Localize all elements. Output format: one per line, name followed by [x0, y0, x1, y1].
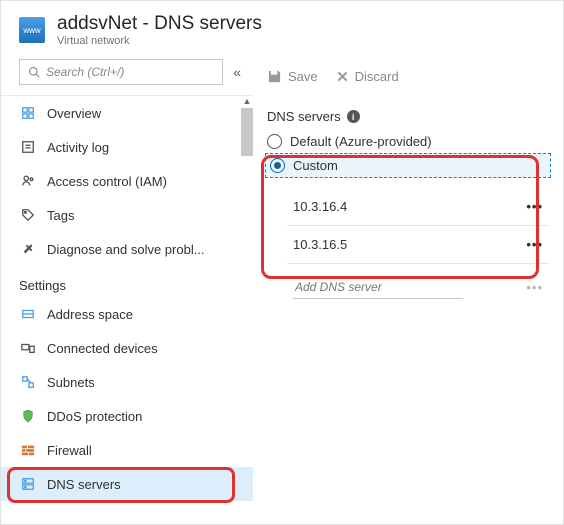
- discard-button[interactable]: Discard: [336, 69, 399, 84]
- nav-label: DDoS protection: [47, 409, 142, 424]
- nav-tags[interactable]: Tags: [1, 198, 253, 232]
- resource-icon: www: [19, 17, 45, 43]
- tag-icon: [19, 208, 37, 222]
- nav-firewall[interactable]: Firewall: [1, 433, 253, 467]
- nav-ddos[interactable]: DDoS protection: [1, 399, 253, 433]
- nav-label: Overview: [47, 106, 101, 121]
- collapse-sidebar-button[interactable]: «: [233, 64, 241, 80]
- radio-label: Default (Azure-provided): [290, 134, 432, 149]
- save-icon: [267, 69, 282, 84]
- nav-label: Connected devices: [47, 341, 158, 356]
- nav-connected-devices[interactable]: Connected devices: [1, 331, 253, 365]
- page-subtitle: Virtual network: [57, 35, 262, 47]
- discard-icon: [336, 70, 349, 83]
- nav-label: Diagnose and solve probl...: [47, 242, 205, 257]
- iam-icon: [19, 174, 37, 188]
- save-button[interactable]: Save: [267, 69, 318, 84]
- scrollbar-thumb[interactable]: [241, 108, 253, 156]
- annotation-highlight-main: [261, 155, 539, 279]
- devices-icon: [19, 341, 37, 355]
- diagnose-icon: [19, 242, 37, 256]
- radio-unchecked-icon: [267, 134, 282, 149]
- nav-access-control[interactable]: Access control (IAM): [1, 164, 253, 198]
- overview-icon: [19, 106, 37, 120]
- nav-label: Access control (IAM): [47, 174, 167, 189]
- page-title: addsvNet - DNS servers: [57, 13, 262, 35]
- nav-label: Subnets: [47, 375, 95, 390]
- info-icon[interactable]: i: [347, 110, 360, 123]
- log-icon: [19, 140, 37, 154]
- annotation-highlight-sidebar: [7, 467, 235, 503]
- search-input[interactable]: Search (Ctrl+/): [19, 59, 223, 85]
- search-icon: [28, 66, 40, 78]
- toolbar: Save Discard: [253, 55, 563, 97]
- nav-activity-log[interactable]: Activity log: [1, 130, 253, 164]
- discard-label: Discard: [355, 69, 399, 84]
- address-icon: [19, 307, 37, 321]
- dns-option-default[interactable]: Default (Azure-provided): [253, 130, 563, 153]
- dns-section-label: DNS servers i: [253, 97, 563, 130]
- search-placeholder: Search (Ctrl+/): [46, 65, 124, 79]
- nav-menu: ▲ Overview Activity log Access control (…: [1, 95, 253, 505]
- nav-subnets[interactable]: Subnets: [1, 365, 253, 399]
- row-menu-button-disabled: •••: [526, 280, 543, 295]
- nav-label: Activity log: [47, 140, 109, 155]
- scroll-up-arrow[interactable]: ▲: [241, 95, 253, 107]
- shield-icon: [19, 409, 37, 423]
- nav-diagnose[interactable]: Diagnose and solve probl...: [1, 232, 253, 266]
- blade-header: www addsvNet - DNS servers Virtual netwo…: [1, 1, 563, 55]
- save-label: Save: [288, 69, 318, 84]
- firewall-icon: [19, 443, 37, 457]
- nav-label: Address space: [47, 307, 133, 322]
- nav-label: Firewall: [47, 443, 92, 458]
- sidebar: Search (Ctrl+/) « ▲ Overview Activity lo…: [1, 55, 253, 522]
- nav-label: Tags: [47, 208, 74, 223]
- nav-overview[interactable]: Overview: [1, 96, 253, 130]
- nav-section-settings: Settings: [1, 266, 253, 297]
- nav-address-space[interactable]: Address space: [1, 297, 253, 331]
- main-panel: Save Discard DNS servers i Default (Azur…: [253, 55, 563, 522]
- subnets-icon: [19, 375, 37, 389]
